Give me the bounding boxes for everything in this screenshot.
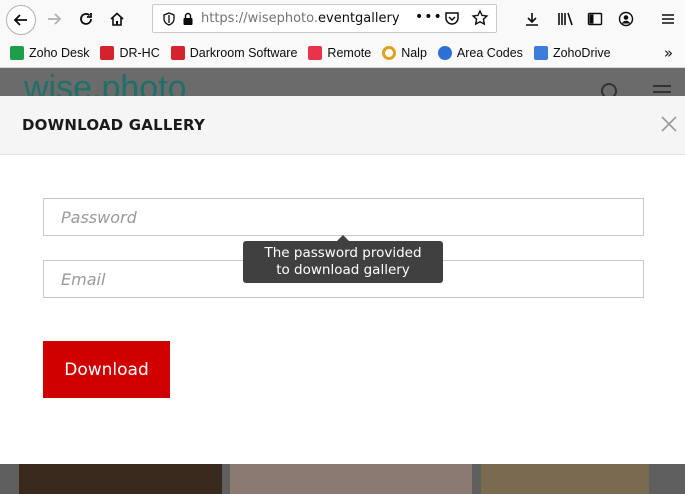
bookmark-darkroom-software[interactable]: Darkroom Software bbox=[170, 45, 298, 60]
zohodrive-favicon-icon bbox=[533, 45, 548, 60]
account-button[interactable] bbox=[613, 6, 639, 32]
password-tooltip: The password provided to download galler… bbox=[243, 235, 443, 283]
library-icon bbox=[558, 12, 573, 26]
home-button[interactable] bbox=[103, 5, 131, 33]
tooltip-line-1: The password provided bbox=[264, 245, 422, 261]
lock-icon[interactable] bbox=[179, 12, 197, 26]
gallery-thumbnail[interactable] bbox=[230, 464, 472, 494]
bookmark-label: ZohoDrive bbox=[552, 45, 611, 60]
bookmark-nalp[interactable]: Nalp bbox=[382, 45, 427, 60]
site-header: wise.photo bbox=[0, 68, 685, 105]
bookmark-zohodrive[interactable]: ZohoDrive bbox=[533, 45, 611, 60]
home-icon bbox=[110, 12, 124, 26]
search-icon[interactable] bbox=[600, 82, 620, 96]
download-gallery-modal: DOWNLOAD GALLERY Password Email The pass… bbox=[0, 96, 685, 464]
dr-hc-favicon-icon bbox=[100, 45, 115, 60]
sidebar-icon bbox=[587, 12, 603, 26]
page-actions-menu[interactable]: ••• bbox=[415, 9, 443, 25]
url-prefix: https://wisephoto. bbox=[201, 11, 319, 26]
reload-icon bbox=[80, 13, 92, 25]
forward-arrow-icon bbox=[48, 13, 62, 25]
darkroom-favicon-icon bbox=[170, 45, 185, 60]
site-menu-icon[interactable] bbox=[652, 84, 672, 96]
gallery-thumbnail[interactable] bbox=[19, 464, 222, 494]
bookmark-remote[interactable]: Remote bbox=[308, 45, 372, 60]
sidebar-button[interactable] bbox=[582, 6, 608, 32]
bookmarks-toolbar: Zoho Desk DR-HC Darkroom Software Remote… bbox=[0, 38, 685, 68]
shield-icon[interactable] bbox=[159, 11, 179, 26]
zoho-desk-favicon-icon bbox=[10, 45, 24, 60]
download-arrow-icon bbox=[526, 13, 538, 26]
pocket-icon[interactable] bbox=[444, 10, 460, 30]
bookmark-area-codes[interactable]: Area Codes bbox=[437, 45, 523, 60]
download-button[interactable]: Download bbox=[43, 341, 170, 398]
tooltip-line-2: to download gallery bbox=[276, 262, 410, 278]
nalp-favicon-icon bbox=[382, 45, 397, 60]
url-text[interactable]: https://wisephoto.eventgallery.c bbox=[201, 11, 399, 26]
reload-button[interactable] bbox=[72, 5, 100, 33]
forward-button[interactable] bbox=[40, 5, 68, 33]
bookmark-label: Area Codes bbox=[456, 45, 523, 60]
url-bar[interactable]: https://wisephoto.eventgallery.c ••• bbox=[152, 4, 497, 33]
globe-favicon-icon bbox=[437, 45, 452, 60]
close-button[interactable] bbox=[659, 114, 679, 134]
email-placeholder: Email bbox=[61, 269, 106, 289]
hamburger-menu-icon bbox=[662, 14, 674, 24]
bookmark-zoho-desk[interactable]: Zoho Desk bbox=[10, 45, 90, 60]
menu-button[interactable] bbox=[655, 6, 681, 32]
url-domain: eventgallery.c bbox=[318, 11, 399, 26]
back-arrow-icon bbox=[13, 14, 27, 26]
bookmarks-overflow-chevron-icon[interactable]: » bbox=[664, 44, 673, 62]
browser-toolbar: https://wisephoto.eventgallery.c ••• bbox=[0, 0, 685, 38]
bookmark-label: Remote bbox=[327, 45, 372, 60]
modal-title: DOWNLOAD GALLERY bbox=[22, 116, 206, 134]
remote-favicon-icon bbox=[308, 45, 323, 60]
close-icon bbox=[661, 116, 677, 132]
account-icon bbox=[618, 11, 634, 27]
back-button[interactable] bbox=[6, 5, 36, 35]
bookmark-label: DR-HC bbox=[119, 45, 160, 60]
modal-header: DOWNLOAD GALLERY bbox=[0, 96, 685, 155]
bookmark-label: Darkroom Software bbox=[189, 45, 298, 60]
bookmark-label: Nalp bbox=[401, 45, 427, 60]
password-field[interactable]: Password bbox=[43, 198, 644, 236]
gallery-thumbnail[interactable] bbox=[481, 464, 649, 494]
bookmark-dr-hc[interactable]: DR-HC bbox=[100, 45, 160, 60]
password-placeholder: Password bbox=[61, 207, 137, 227]
library-button[interactable] bbox=[553, 6, 579, 32]
bookmark-star-icon[interactable] bbox=[471, 9, 489, 31]
bookmark-label: Zoho Desk bbox=[29, 45, 90, 60]
downloads-button[interactable] bbox=[519, 6, 545, 32]
